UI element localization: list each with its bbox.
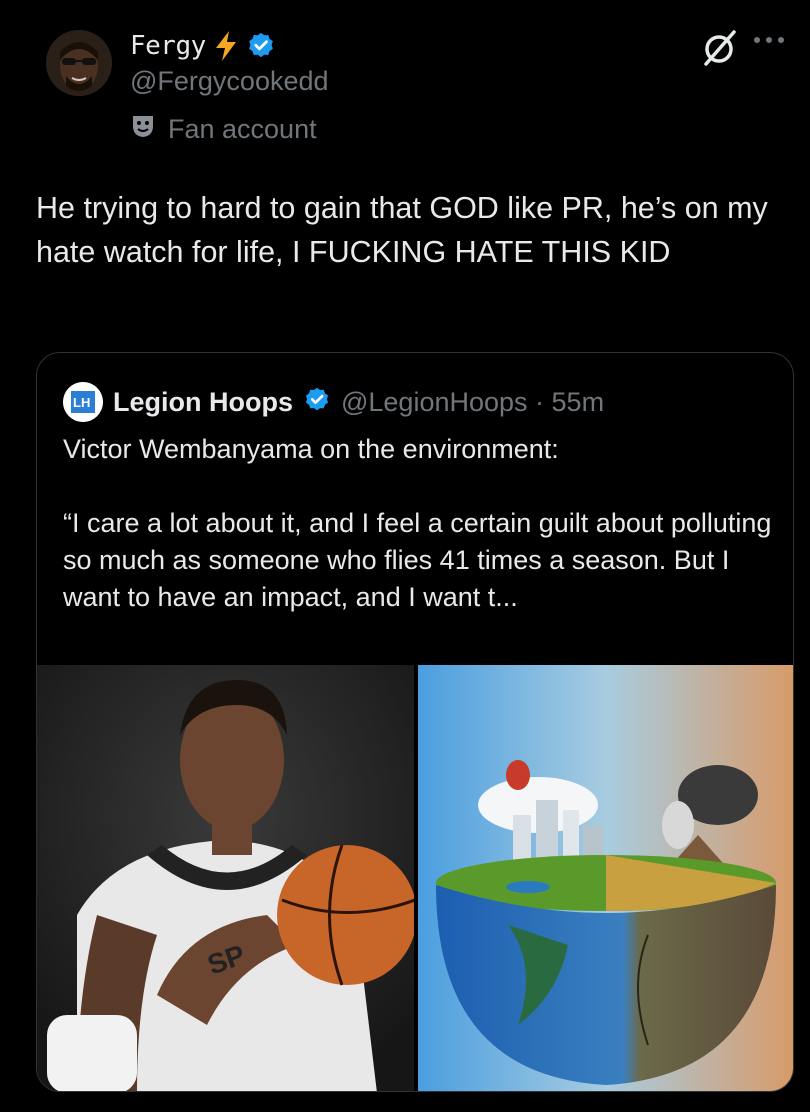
grok-icon[interactable] [700,28,740,73]
theater-masks-icon [130,113,156,146]
quoted-handle: @LegionHoops · 55m [341,387,604,418]
quoted-text-line1: Victor Wembanyama on the environment: [63,434,559,464]
quoted-tweet[interactable]: LH Legion Hoops @LegionHoops · 55m Victo… [36,352,794,1092]
legion-hoops-avatar[interactable]: LH [63,382,103,422]
quoted-time[interactable]: 55m [552,387,605,417]
quoted-media: SP [37,665,793,1091]
verified-badge-icon[interactable] [246,31,276,61]
lightning-bolt-icon [214,30,238,62]
quoted-tweet-text: Victor Wembanyama on the environment: “I… [63,431,773,616]
more-options-icon[interactable] [752,26,786,46]
quoted-display-name[interactable]: Legion Hoops [113,387,293,418]
quoted-handle-text[interactable]: @LegionHoops [341,387,528,417]
player-photo[interactable]: SP [37,665,414,1091]
quoted-verified-icon [303,386,331,419]
author-name-row[interactable]: Fergy [130,28,276,64]
earth-environment-illustration[interactable] [418,665,793,1091]
tweet-post: Fergy @Fergycookedd Fan account He tryin… [0,0,810,1112]
svg-text:LH: LH [73,395,90,410]
quoted-tweet-header: LH Legion Hoops @LegionHoops · 55m [63,381,604,423]
author-avatar[interactable] [46,30,112,96]
quoted-separator: · [527,386,552,417]
fan-account-label: Fan account [130,113,317,146]
quoted-text-line2: “I care a lot about it, and I feel a cer… [63,508,772,612]
author-display-name[interactable]: Fergy [130,31,206,61]
author-handle[interactable]: @Fergycookedd [130,66,329,97]
tweet-text: He trying to hard to gain that GOD like … [36,191,768,269]
fan-account-text: Fan account [168,114,317,144]
